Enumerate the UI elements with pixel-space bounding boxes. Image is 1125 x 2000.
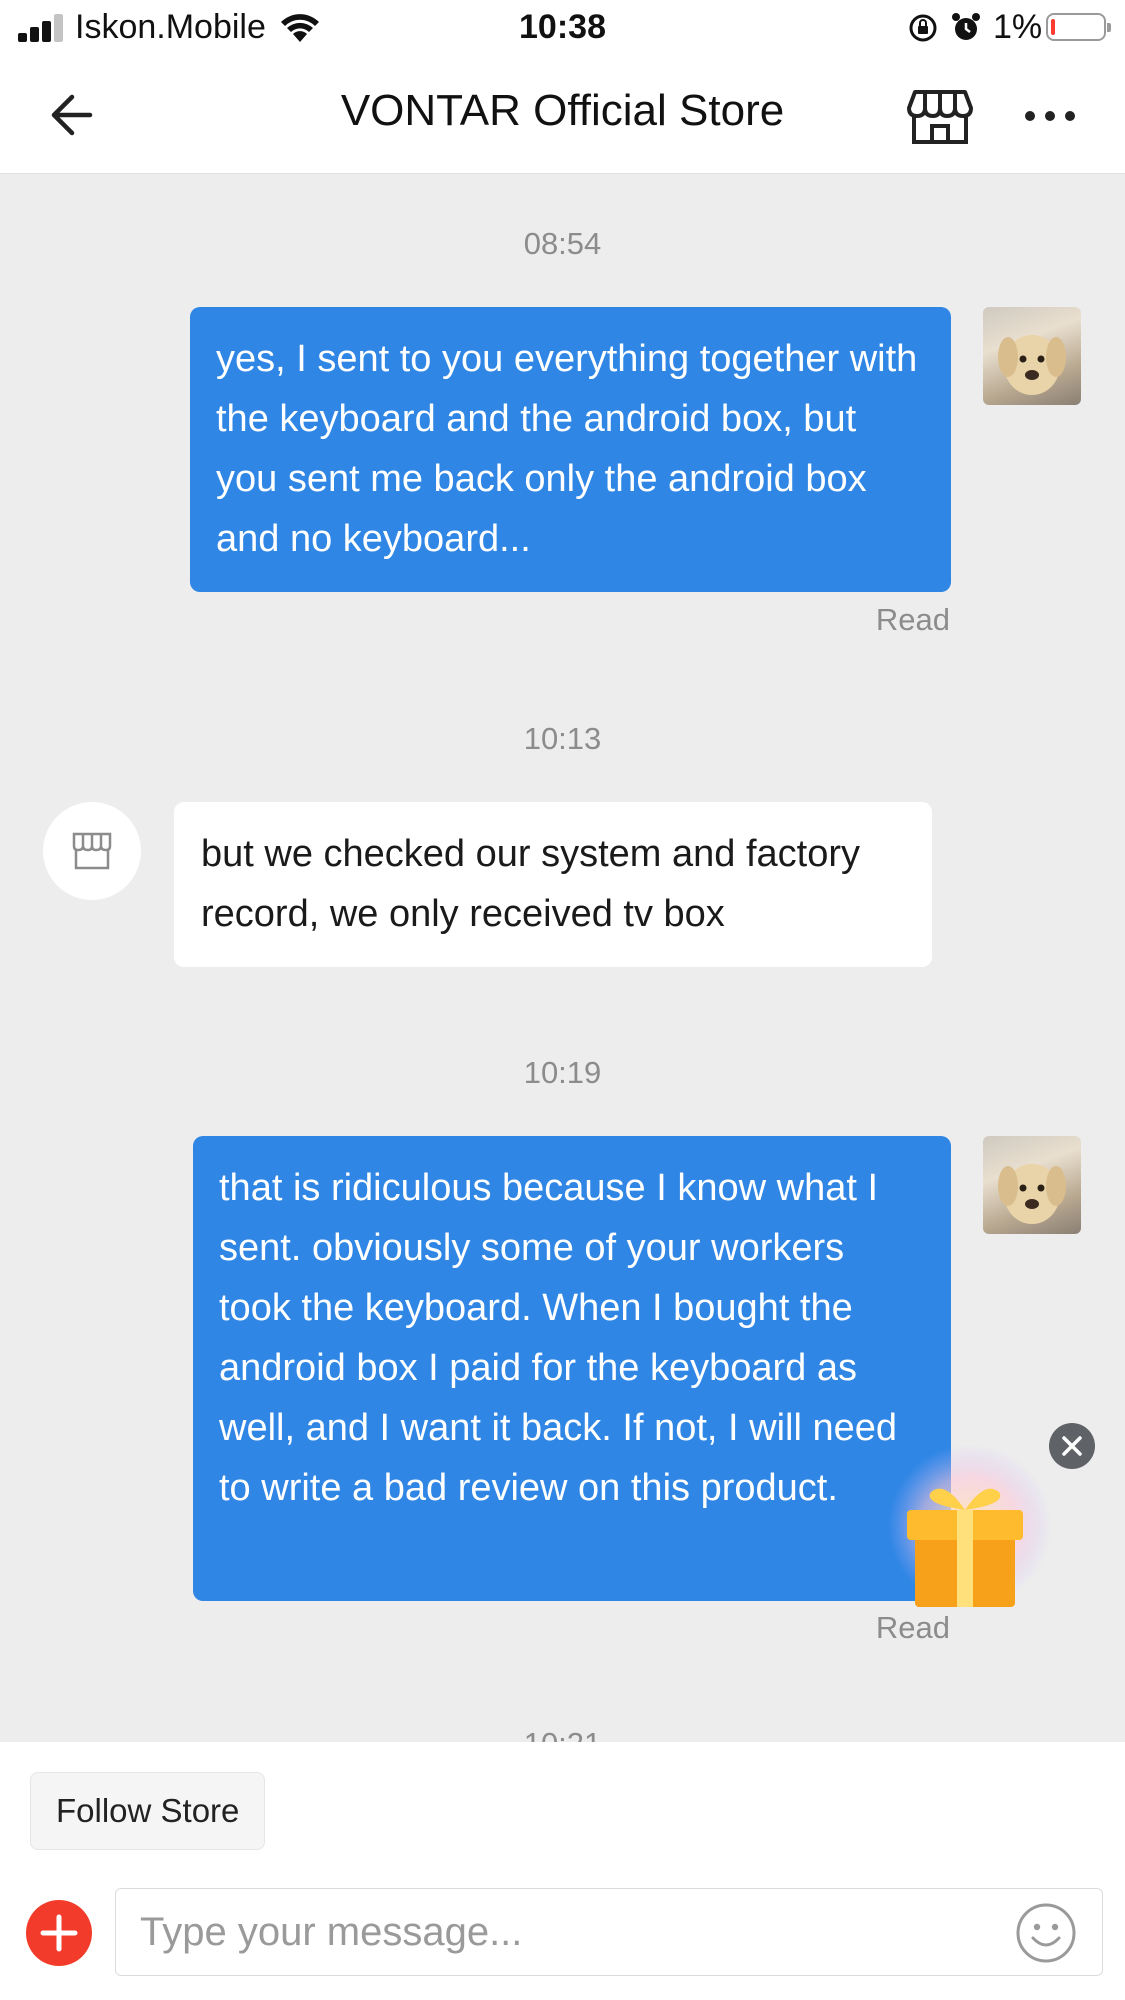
timestamp: 10:21 [0,1726,1125,1742]
back-arrow-icon[interactable] [40,85,110,145]
battery-percent: 1% [993,8,1043,46]
store-icon [72,832,112,870]
plus-icon[interactable] [25,1899,93,1967]
outgoing-message[interactable]: that is ridiculous because I know what I… [193,1136,951,1601]
timestamp: 08:54 [523,226,602,261]
store-icon[interactable] [905,84,975,148]
gift-icon[interactable] [875,1446,1055,1626]
status-bar: Iskon.Mobile 10:38 1% [0,0,1125,58]
message-input[interactable] [115,1888,1103,1976]
alarm-icon [952,13,980,40]
chat-header: VONTAR Official Store [0,58,1125,174]
wifi-icon [281,14,319,42]
avatar[interactable] [983,1136,1081,1234]
signal-icon [18,14,66,42]
read-status: Read [875,602,950,637]
follow-store-button[interactable]: Follow Store [30,1772,266,1850]
composer-bar: Follow Store [0,1742,1125,2000]
emoji-icon[interactable] [1015,1902,1077,1964]
incoming-message[interactable]: but we checked our system and factory re… [174,802,932,967]
timestamp: 10:19 [523,1055,602,1090]
battery-icon [1046,13,1111,41]
carrier-name: Iskon.Mobile [75,8,266,46]
outgoing-message[interactable]: yes, I sent to you everything together w… [190,307,951,592]
more-icon[interactable] [1022,86,1078,146]
store-avatar[interactable] [43,802,141,900]
orientation-lock-icon [909,14,937,42]
timestamp: 10:13 [523,721,602,756]
close-icon[interactable] [1049,1423,1095,1469]
avatar[interactable] [983,307,1081,405]
